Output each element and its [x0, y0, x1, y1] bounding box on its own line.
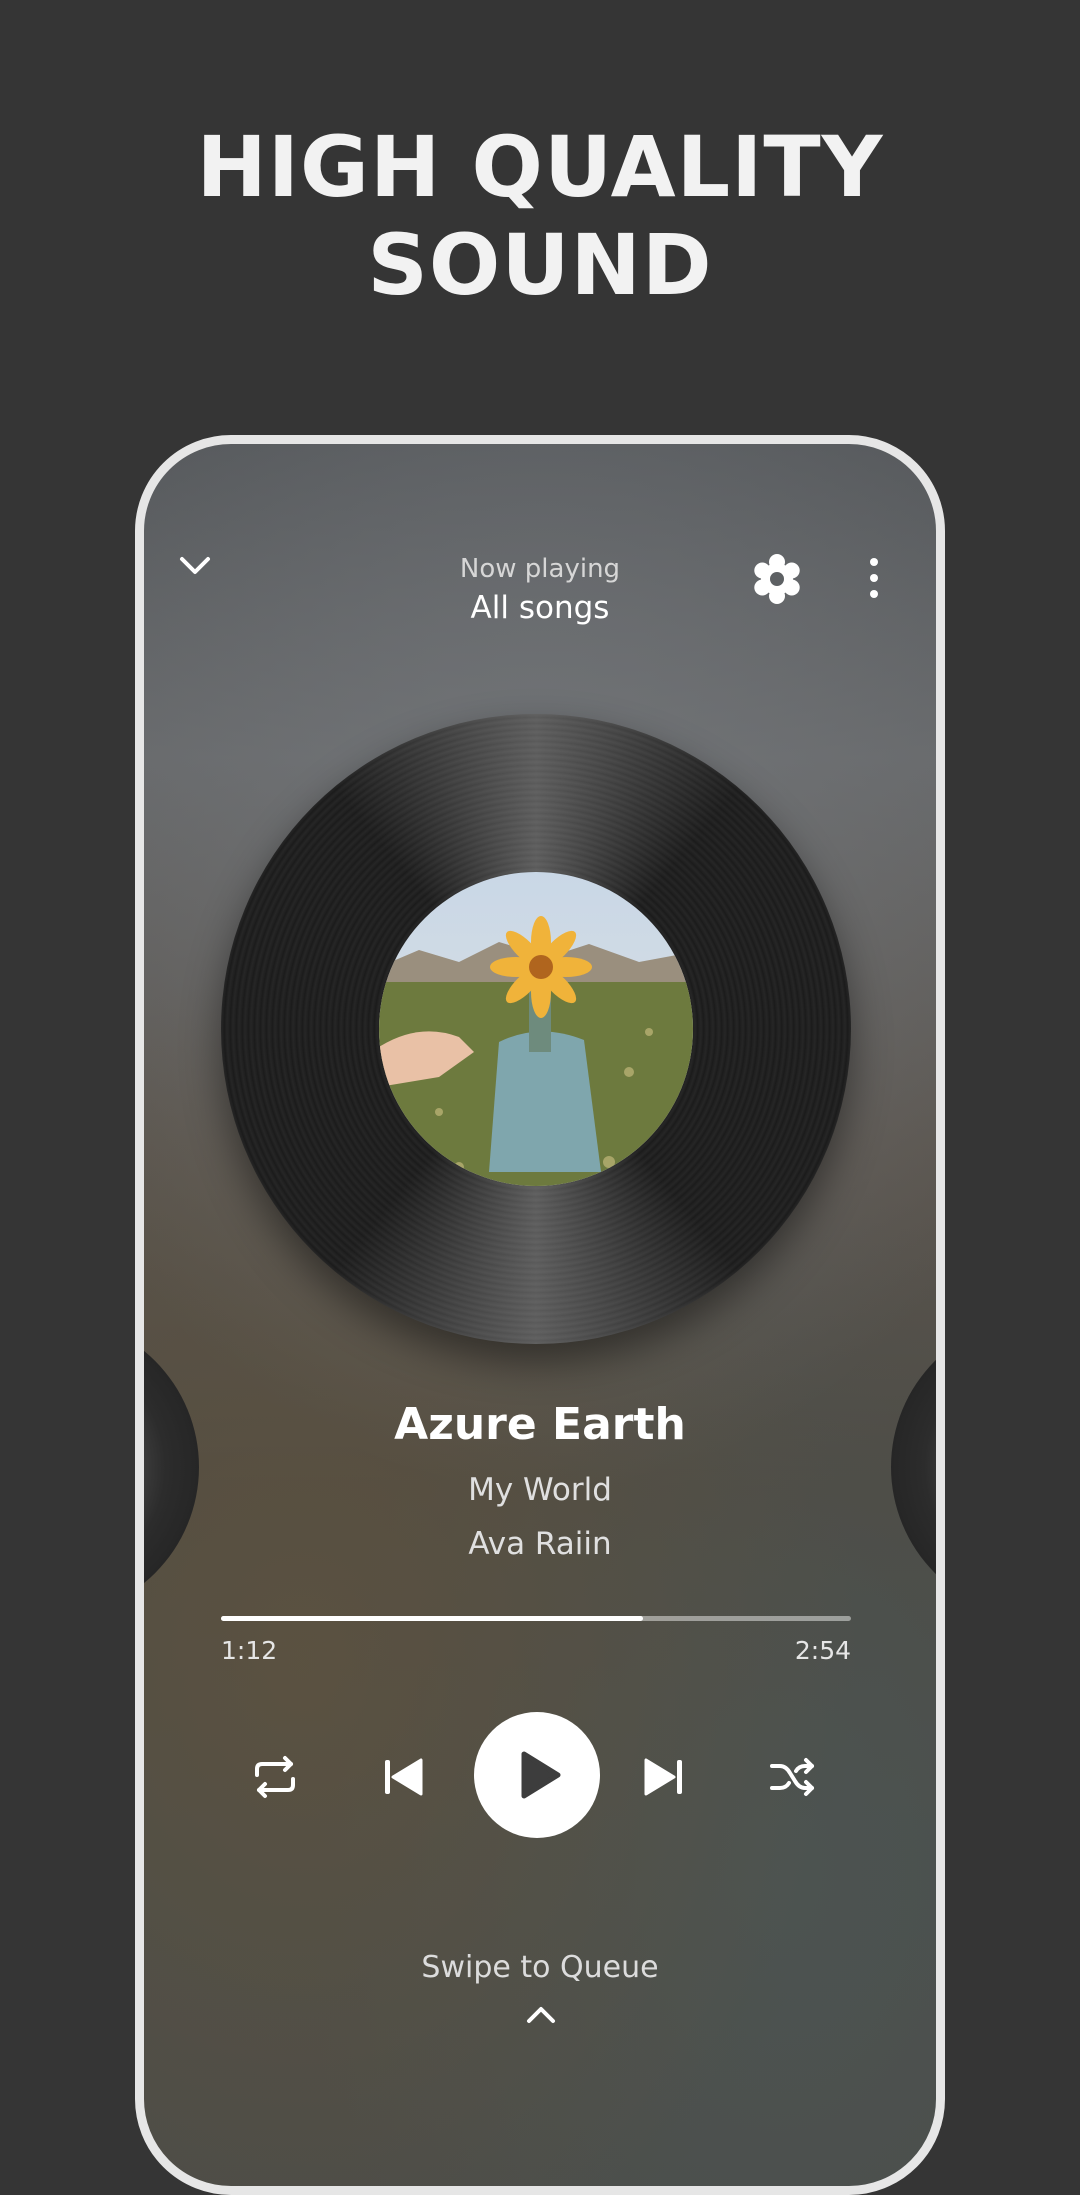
- shuffle-icon[interactable]: [762, 1747, 822, 1807]
- phone-frame: Now playing All songs Azure Earth My Wor…: [135, 435, 945, 2195]
- playlist-title[interactable]: All songs: [144, 590, 936, 626]
- headline-line-1: HIGH QUALITY: [196, 118, 884, 216]
- headline: HIGH QUALITY SOUND: [0, 118, 1080, 314]
- chevron-up-icon[interactable]: [521, 1995, 561, 2035]
- repeat-icon[interactable]: [245, 1747, 305, 1807]
- settings-icon[interactable]: [752, 554, 802, 604]
- swipe-to-queue-label[interactable]: Swipe to Queue: [144, 1950, 936, 1985]
- next-album-vinyl[interactable]: [891, 1317, 936, 1617]
- previous-icon[interactable]: [373, 1747, 433, 1807]
- album-name[interactable]: My World: [144, 1472, 936, 1508]
- headline-line-2: SOUND: [367, 216, 713, 314]
- play-button[interactable]: [474, 1712, 600, 1838]
- artist-name[interactable]: Ava Raiin: [144, 1526, 936, 1562]
- seek-bar-fill: [221, 1616, 644, 1621]
- seek-bar[interactable]: [221, 1616, 851, 1621]
- current-time: 1:12: [221, 1636, 278, 1665]
- song-title: Azure Earth: [394, 1399, 686, 1450]
- more-vertical-icon[interactable]: [864, 554, 884, 602]
- next-icon[interactable]: [634, 1747, 694, 1807]
- album-cover-art: [379, 872, 693, 1186]
- now-playing-label: Now playing: [459, 554, 621, 584]
- previous-album-vinyl[interactable]: [144, 1317, 199, 1617]
- play-icon: [521, 1751, 561, 1799]
- total-time: 2:54: [794, 1636, 851, 1665]
